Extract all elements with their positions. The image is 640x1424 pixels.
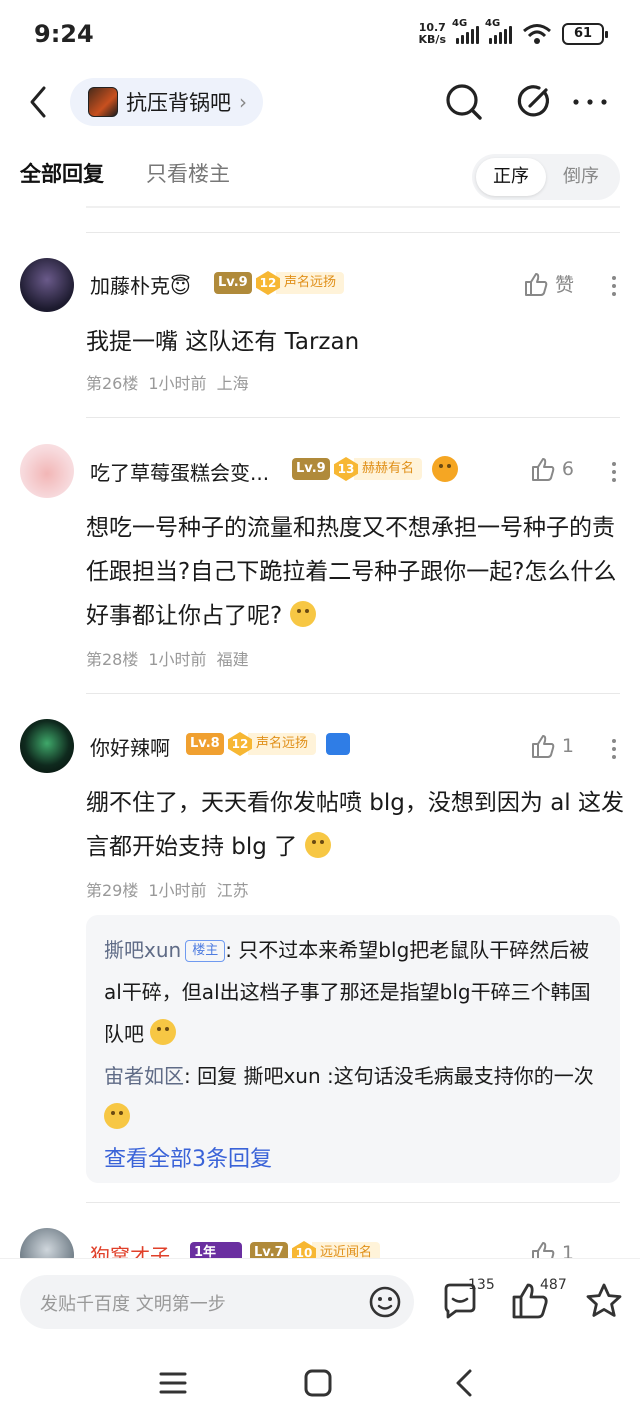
signal-icon: 4G	[452, 18, 479, 44]
emoji-picker-icon[interactable]	[368, 1285, 402, 1319]
back-icon[interactable]	[450, 1368, 480, 1398]
divider	[86, 693, 620, 694]
tab-owner-only[interactable]: 只看楼主	[146, 158, 230, 188]
username[interactable]: 你好辣啊	[90, 732, 170, 761]
sort-toggle: 正序 倒序	[472, 154, 620, 200]
wifi-icon	[523, 24, 551, 44]
like-count: 1	[561, 1242, 574, 1258]
forum-name: 抗压背锅吧	[126, 91, 231, 115]
honor-badge: 13 赫赫有名	[334, 457, 423, 481]
username[interactable]: 加藤朴克😇	[90, 270, 191, 299]
username[interactable]: 狗窝才子	[90, 1240, 170, 1258]
more-options-icon[interactable]	[612, 735, 618, 763]
like-label: 赞	[554, 274, 574, 296]
see-all-replies-link[interactable]: 查看全部3条回复	[104, 1139, 602, 1181]
emoji-icon	[289, 601, 316, 627]
chevron-right-icon: ›	[239, 90, 247, 114]
divider	[86, 417, 620, 418]
comment-count: 135	[468, 1277, 495, 1293]
sub-replies: 撕吧xun 楼主: 只不过本来希望blg把老鼠队干碎然后被al干碎，但al出这档子…	[86, 915, 620, 1183]
reply-meta: 第29楼 1小时前 江苏	[86, 881, 249, 900]
forum-logo	[88, 87, 118, 117]
avatar[interactable]	[20, 444, 74, 498]
menu-icon[interactable]	[158, 1368, 188, 1398]
net-speed: 10.7 KB/s	[418, 21, 446, 46]
reply-tabs: 全部回复 只看楼主 正序 倒序	[0, 150, 640, 200]
like-button[interactable]: 赞	[523, 270, 574, 297]
like-button[interactable]: 6	[530, 456, 574, 482]
clock: 9:24	[34, 20, 94, 48]
like-count: 487	[540, 1277, 567, 1293]
sub-reply: 宙者如区: 回复 撕吧xun :这句话没毛病最支持你的一次	[104, 1055, 602, 1139]
honor-badge: 12 声名远扬	[228, 732, 317, 756]
reply-input-placeholder: 发贴千百度 文明第一步	[40, 1294, 226, 1315]
like-button[interactable]: 1	[530, 733, 574, 759]
level-badge: Lv.8	[186, 733, 224, 755]
sub-reply-author[interactable]: 宙者如区	[104, 1064, 184, 1088]
honor-badge: 10 远近闻名	[292, 1241, 381, 1258]
sort-asc-button[interactable]: 正序	[476, 158, 546, 196]
signal-icon: 4G	[485, 18, 512, 44]
reply-text: 我提一嘴 这队还有 Tarzan	[86, 329, 360, 355]
bottom-bar: 发贴千百度 文明第一步 135 487	[0, 1258, 640, 1344]
divider	[86, 232, 620, 233]
like-count: 1	[561, 735, 574, 757]
avatar[interactable]	[20, 1228, 74, 1258]
sort-desc-button[interactable]: 倒序	[546, 158, 616, 196]
reply-input[interactable]: 发贴千百度 文明第一步	[20, 1275, 414, 1329]
reply-meta: 第28楼 1小时前 福建	[86, 650, 249, 669]
back-icon[interactable]	[24, 84, 54, 120]
tab-all-replies[interactable]: 全部回复	[20, 158, 104, 188]
emoji-icon	[104, 1103, 130, 1129]
status-bar: 9:24 10.7 KB/s 4G 4G 61	[0, 0, 640, 72]
star-icon[interactable]	[584, 1281, 624, 1321]
reply-text: 绷不住了，天天看你发帖喷 blg，没想到因为 al 这发言都开始支持 blg 了	[86, 790, 625, 860]
edit-icon[interactable]	[514, 82, 554, 122]
divider	[86, 1202, 620, 1203]
more-options-icon[interactable]	[612, 272, 618, 300]
sub-reply-author[interactable]: 撕吧xun	[104, 938, 181, 962]
forum-entry[interactable]: 抗压背锅吧 ›	[70, 78, 263, 126]
reply-item: 狗窝才子 1年 Lv.7 10 远近闻名 1	[0, 1228, 640, 1258]
battery-icon: 61	[562, 23, 608, 45]
more-options-icon[interactable]	[612, 458, 618, 486]
avatar[interactable]	[20, 719, 74, 773]
avatar[interactable]	[20, 258, 74, 312]
emoji-icon	[150, 1019, 177, 1045]
home-icon[interactable]	[303, 1368, 333, 1398]
emoji-icon	[304, 832, 331, 858]
reply-meta: 第26楼 1小时前 上海	[86, 374, 249, 393]
years-badge: 1年	[190, 1242, 242, 1258]
thumb-up-icon	[524, 272, 548, 296]
like-button[interactable]: 1	[530, 1240, 574, 1258]
divider	[86, 206, 620, 208]
emoji-icon	[432, 456, 458, 482]
honor-badge: 12 声名远扬	[256, 271, 345, 295]
more-icon[interactable]	[570, 82, 610, 122]
system-nav-bar	[0, 1344, 640, 1424]
thumb-up-icon	[531, 458, 555, 481]
nav-bar: 抗压背锅吧 ›	[0, 72, 640, 132]
member-badge-icon	[326, 733, 350, 755]
thumb-up-icon	[531, 1242, 555, 1258]
username[interactable]: 吃了草莓蛋糕会变...	[90, 457, 269, 486]
reply-text: 想吃一号种子的流量和热度又不想承担一号种子的责任跟担当?自己下跪拉着二号种子跟你…	[86, 515, 617, 629]
level-badge: Lv.7	[250, 1242, 288, 1258]
owner-badge: 楼主	[185, 940, 226, 962]
level-badge: Lv.9	[292, 458, 330, 480]
sub-reply: 撕吧xun 楼主: 只不过本来希望blg把老鼠队干碎然后被al干碎，但al出这档子…	[104, 938, 591, 1046]
thumb-up-icon	[531, 735, 555, 758]
level-badge: Lv.9	[214, 272, 252, 294]
like-count: 6	[561, 458, 574, 480]
search-icon[interactable]	[444, 82, 484, 122]
